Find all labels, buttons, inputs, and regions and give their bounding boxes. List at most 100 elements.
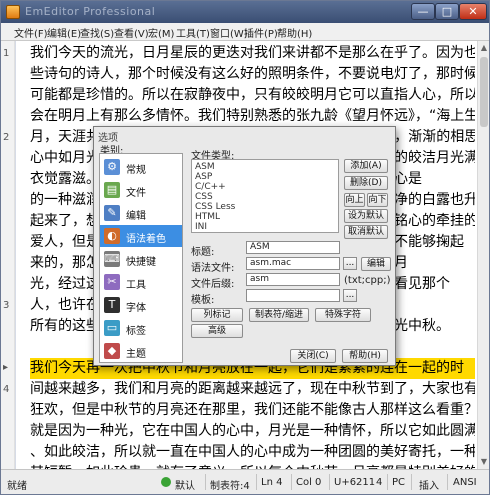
file-icon: ▤ — [104, 182, 120, 198]
status-insert-mode[interactable]: 插入 — [419, 477, 439, 492]
edit-icon: ✎ — [104, 205, 120, 221]
tab-icon: ▭ — [104, 320, 120, 336]
special-chars-button[interactable]: 特殊字符 — [315, 308, 371, 322]
vertical-scrollbar[interactable]: ▲ ▼ — [477, 41, 489, 469]
menu-item[interactable]: 查看(V) — [114, 25, 149, 40]
menu-bar: 文件(F) 编辑(E) 查找(S) 查看(V) 宏(M) 工具(T) 窗口(W) 插件(P) 帮… — [1, 23, 489, 41]
menu-item[interactable]: 帮助(H) — [277, 25, 312, 40]
category-item[interactable]: ✂ 工具 — [100, 271, 182, 293]
menu-item[interactable]: 宏(M) — [148, 25, 174, 40]
scrollbar-thumb[interactable] — [480, 57, 488, 127]
file-type-item[interactable]: INI — [195, 222, 207, 232]
menu-item[interactable]: 文件(F) — [14, 25, 48, 40]
status-count: 4 — [376, 477, 383, 488]
text-line[interactable]: 、如此皎洁，所以就一直在中国人的心中成为一种团圆的美好寄托，一种美，唯 — [30, 442, 475, 463]
scroll-up-arrow-icon[interactable]: ▲ — [479, 43, 489, 53]
status-tab[interactable]: 制表符:4 — [210, 477, 250, 492]
template-label: 模板: — [191, 295, 215, 306]
category-label-text: 标签 — [126, 326, 146, 337]
title-bar[interactable]: EmEditor Professional — □ ✕ — [1, 1, 489, 23]
status-separator — [447, 474, 448, 490]
category-item[interactable]: T 字体 — [100, 294, 182, 316]
file-type-item[interactable]: ASM — [195, 162, 215, 172]
move-up-button[interactable]: 向上 — [344, 193, 365, 207]
status-bar: 就绪 默认 制表符:4 Ln 4 Col 0 U+6211 4 PC 插入 AN… — [1, 469, 489, 494]
status-separator — [387, 474, 388, 490]
app-icon — [6, 5, 20, 19]
move-down-button[interactable]: 向下 — [367, 193, 388, 207]
file-type-item[interactable]: CSS — [195, 192, 213, 202]
file-type-item[interactable]: ASP — [195, 172, 212, 182]
set-default-button[interactable]: 设为默认 — [344, 209, 388, 223]
menu-item[interactable]: 插件(P) — [244, 25, 278, 40]
status-separator — [411, 474, 412, 490]
file-type-list[interactable]: ASM ASP C/C++ CSS CSS Less HTML INI — [191, 159, 339, 233]
category-item[interactable]: ▤ 文件 — [100, 179, 182, 201]
category-item[interactable]: ✎ 编辑 — [100, 202, 182, 224]
status-green-dot-icon — [161, 477, 171, 487]
status-config[interactable]: 默认 — [175, 477, 195, 492]
file-type-item[interactable]: C/C++ — [195, 182, 226, 192]
scroll-down-arrow-icon[interactable]: ▼ — [479, 457, 489, 467]
category-item[interactable]: ▭ 标签 — [100, 317, 182, 339]
category-item[interactable]: ◆ 主题 — [100, 340, 182, 362]
menu-item[interactable]: 编辑(E) — [47, 25, 81, 40]
close-window-button[interactable]: ✕ — [459, 3, 487, 20]
text-line[interactable]: 狂欢，但是中秋节的月亮还在那里，我们还能不能像古人那样这么看重？ — [30, 400, 475, 421]
file-type-item[interactable]: CSS Less — [195, 202, 235, 212]
status-col: Col 0 — [296, 477, 322, 488]
extension-label: 文件后缀: — [191, 279, 235, 290]
status-separator — [329, 474, 330, 490]
text-line[interactable]: 会在明月上有那么多情怀。我们特别熟悉的张九龄《望月怀远》，“海上生明 — [30, 106, 475, 127]
browse-syntax-button[interactable]: ... — [343, 257, 357, 270]
keyboard-icon: ⌨ — [104, 251, 120, 267]
syntax-file-field[interactable]: asm.mac — [246, 257, 340, 270]
help-button[interactable]: 帮助(H) — [342, 349, 388, 363]
status-eol[interactable]: PC — [392, 477, 405, 488]
cancel-default-button[interactable]: 取消默认 — [344, 225, 388, 239]
file-type-item[interactable]: HTML — [195, 212, 220, 222]
theme-icon: ◆ — [104, 343, 120, 359]
options-dialog: 选项 类别: ⚙ 常规 ▤ 文件 ✎ 编辑 ◐ 语法着色 ⌨ 快捷键 ✂ 工具 T 字体 ▭ 标签 ◆ 主题 文件… — [93, 126, 396, 366]
menu-item[interactable]: 窗口(W) — [210, 25, 248, 40]
text-line[interactable]: 间越来越多，我们和月亮的距离越来越远了，现在中秋节到了，大家也有 — [30, 379, 475, 400]
extension-field[interactable]: asm — [246, 273, 340, 286]
browse-template-button[interactable]: ... — [343, 289, 357, 302]
delete-type-button[interactable]: 删除(D) — [344, 176, 388, 190]
text-line[interactable]: 我们今天的流光，日月星辰的更迭对我们来讲都不是那么在乎了。因为也许写这 — [30, 43, 475, 64]
add-type-button[interactable]: 添加(A) — [344, 159, 388, 173]
category-item[interactable]: ⚙ 常规 — [100, 156, 182, 178]
category-label-text: 常规 — [126, 165, 146, 176]
advanced-button[interactable]: 高级 — [191, 324, 243, 338]
category-list[interactable]: ⚙ 常规 ▤ 文件 ✎ 编辑 ◐ 语法着色 ⌨ 快捷键 ✂ 工具 T 字体 ▭ 标签 ◆ 主题 — [99, 153, 183, 363]
text-line[interactable]: 可能都是珍惜的。所以在寂静夜中，只有皎皎明月它可以直指人心，所以他们才 — [30, 85, 475, 106]
close-dialog-button[interactable]: 关闭(C) — [290, 349, 336, 363]
menu-item[interactable]: 工具(T) — [176, 25, 210, 40]
category-label-text: 编辑 — [126, 211, 146, 222]
line-number: 2 — [3, 132, 10, 143]
category-label-text: 字体 — [126, 303, 146, 314]
tools-icon: ✂ — [104, 274, 120, 290]
template-field[interactable] — [246, 289, 340, 302]
minimize-button[interactable]: — — [411, 3, 435, 20]
menu-item[interactable]: 查找(S) — [80, 25, 114, 40]
column-marker-button[interactable]: 列标记 — [191, 308, 243, 322]
maximize-button[interactable]: □ — [435, 3, 459, 20]
syntax-color-icon: ◐ — [104, 228, 120, 244]
title-field-label: 标题: — [191, 247, 215, 258]
edit-syntax-button[interactable]: 编辑 — [361, 257, 391, 271]
tab-indent-button[interactable]: 制表符/缩进 — [249, 308, 309, 322]
category-item[interactable]: ⌨ 快捷键 — [100, 248, 182, 270]
status-separator — [205, 474, 206, 490]
category-label-text: 工具 — [126, 280, 146, 291]
line-number: 4 — [3, 384, 10, 395]
syntax-file-label: 语法文件: — [191, 263, 235, 274]
category-label-text: 主题 — [126, 349, 146, 360]
text-line[interactable]: 就是因为一种光，它在中国人的心中，月光是一种情怀，所以它如此圆满 — [30, 421, 475, 442]
text-line[interactable]: 些诗句的诗人，那个时候没有这么好的照明条件，不要说电灯了，那时候连烛光 — [30, 64, 475, 85]
status-encoding[interactable]: ANSI — [453, 477, 477, 488]
status-separator — [291, 474, 292, 490]
category-item[interactable]: ◐ 语法着色 — [100, 225, 182, 247]
extension-hint: (txt;cpp;) — [344, 275, 391, 286]
title-field[interactable]: ASM — [246, 241, 340, 254]
